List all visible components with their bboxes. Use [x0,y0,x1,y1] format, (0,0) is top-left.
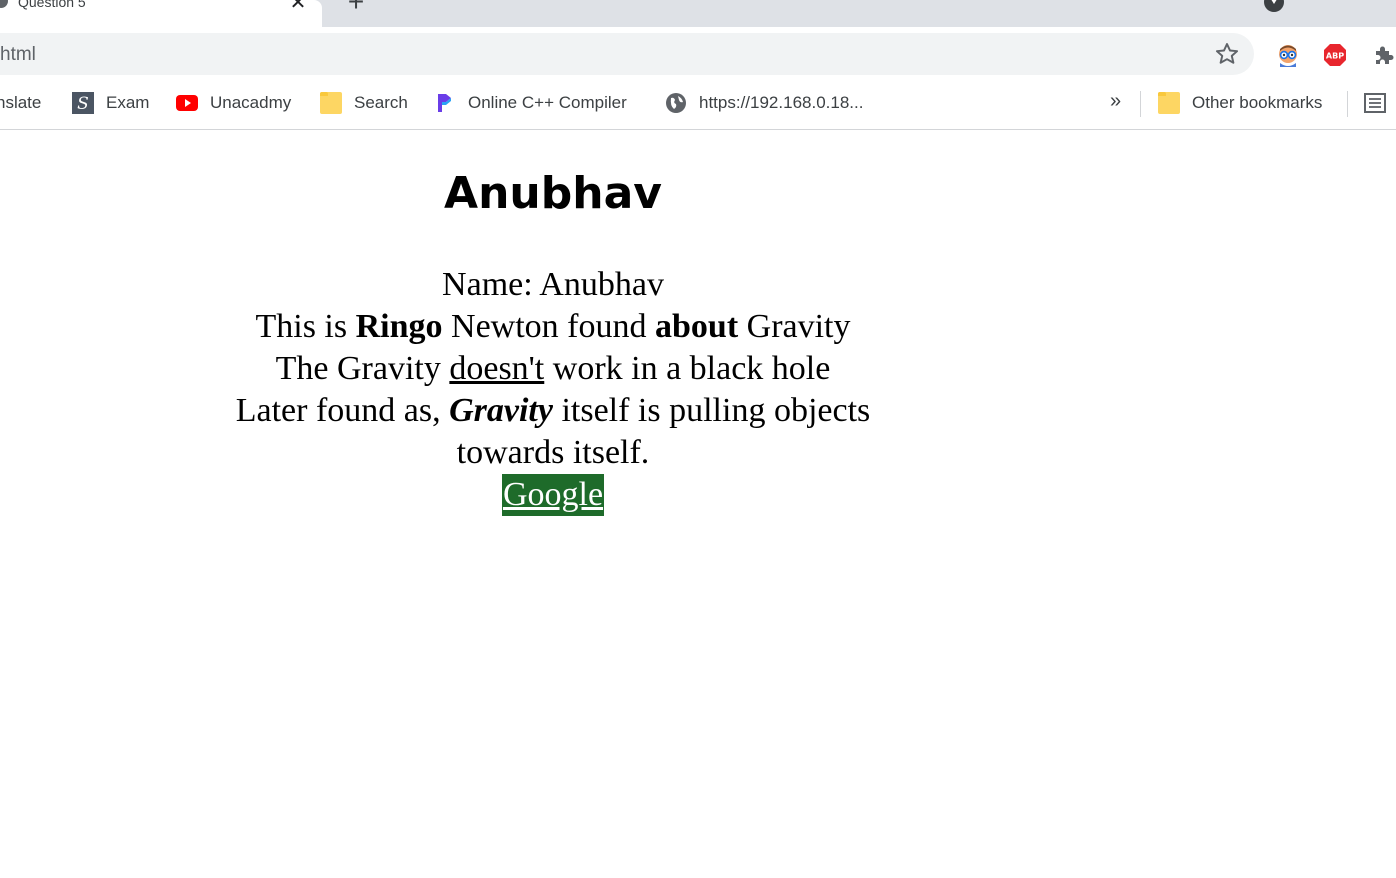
address-bar-url[interactable]: html [0,44,36,66]
bookmark-label: Exam [106,93,150,112]
new-tab-button[interactable]: + [344,0,368,16]
tab-question-5[interactable]: Question 5 ✕ [0,0,322,27]
folder-icon [320,92,342,114]
line3-text-b: work in a black hole [544,350,831,387]
tab-close-icon[interactable]: ✕ [288,0,308,13]
extensions-puzzle-icon[interactable] [1372,43,1396,67]
bookmarks-overflow-button[interactable]: » [1110,90,1121,113]
browser-toolbar: html ABP [0,27,1396,77]
bookmark-label: Unacadmy [210,93,292,112]
google-link[interactable]: Google [501,474,605,516]
svg-text:S: S [77,94,89,114]
bold-about: about [655,308,739,345]
reading-list-icon[interactable] [1363,91,1387,115]
page-paragraph: Name: Anubhav This is Ringo Newton found… [200,264,906,516]
tab-search-icon[interactable] [1264,0,1284,12]
underlined-doesnt: doesn't [449,350,545,387]
bookmark-unacademy[interactable]: Unacadmy [176,91,291,115]
bookmarks-divider [1347,91,1348,117]
line2-text-c: Newton found [442,308,655,345]
page-heading: Anubhav [444,168,662,219]
bookmarks-bar: nslate S Exam Unacadmy Search Online C++… [0,77,1396,130]
bold-ringo: Ringo [355,308,443,345]
folder-icon [1158,92,1180,114]
line3-text-a: The Gravity [275,350,450,387]
web-page: Anubhav Name: Anubhav This is Ringo Newt… [0,130,1396,878]
bookmark-ip-address[interactable]: https://192.168.0.18... [665,91,863,115]
address-bar[interactable]: html [0,33,1254,75]
bookmarks-divider [1140,91,1141,117]
youtube-icon [176,95,198,111]
bookmark-label: https://192.168.0.18... [699,93,864,112]
line2-text-d: Gravity [738,308,851,345]
line2-text-a: This is [255,308,356,345]
other-bookmarks-label: Other bookmarks [1192,93,1323,112]
globe-icon [666,93,686,113]
bookmark-star-icon[interactable] [1214,41,1240,67]
bold-italic-gravity: Gravity [449,392,553,429]
bookmark-label: Search [354,93,408,112]
bookmark-translate[interactable]: nslate [0,91,41,115]
other-bookmarks-folder[interactable]: Other bookmarks [1158,91,1322,115]
page-content: Anubhav Name: Anubhav This is Ringo Newt… [200,130,906,516]
svg-text:ABP: ABP [1326,52,1344,61]
tab-strip: Question 5 ✕ + [0,0,1396,27]
bookmark-search[interactable]: Search [320,91,408,115]
glasses-icon[interactable] [1276,43,1300,67]
tab-title: Question 5 [18,0,86,10]
bookmark-label: Online C++ Compiler [468,93,627,112]
name-line: Name: Anubhav [442,266,664,303]
line4-text-a: Later found as, [235,392,450,429]
exam-s-icon: S [72,92,94,114]
compiler-icon [438,94,451,112]
bookmark-label: nslate [0,93,42,112]
tab-favicon-icon [0,0,8,8]
adblock-icon[interactable]: ABP [1323,43,1347,67]
bookmark-exam[interactable]: S Exam [72,91,149,115]
bookmark-online-compiler[interactable]: Online C++ Compiler [434,91,627,115]
